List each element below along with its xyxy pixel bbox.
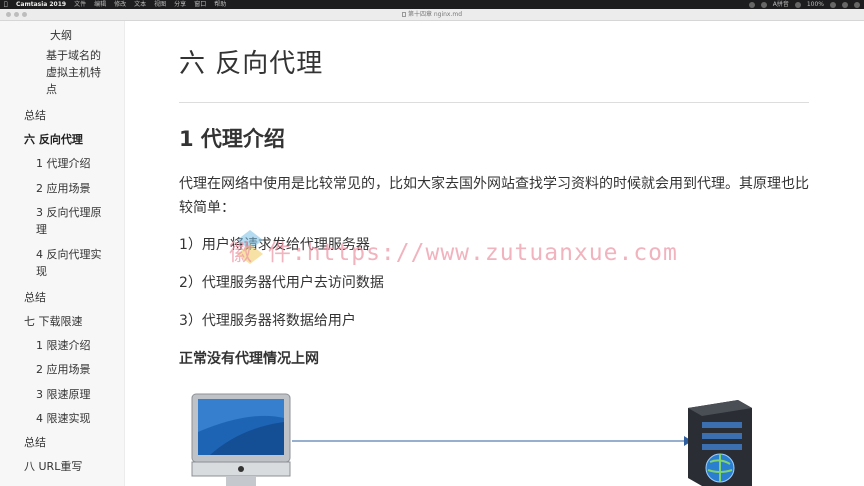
server-icon: [688, 400, 752, 486]
window-title: 第十四章 nginx.md: [0, 9, 864, 21]
record-icon[interactable]: [748, 1, 755, 8]
heading-divider: [179, 102, 809, 103]
heading-level-1: 六 反向代理: [179, 49, 324, 79]
document-icon: [401, 11, 406, 17]
outline-item[interactable]: 总结: [24, 434, 46, 451]
window-titlebar: 第十四章 nginx.md: [0, 9, 864, 21]
outline-item[interactable]: 大纲: [50, 27, 72, 44]
outline-item[interactable]: 七 下载限速: [24, 313, 83, 330]
outline-item[interactable]: 2 应用场景: [36, 361, 91, 378]
list-item: 3）代理服务器将数据给用户: [179, 313, 356, 329]
computer-icon: [191, 393, 291, 486]
outline-item[interactable]: 总结: [24, 107, 46, 124]
outline-item[interactable]: 1 限速介绍: [36, 337, 91, 354]
outline-item[interactable]: 基于域名的虚拟主机特点: [46, 47, 110, 98]
outline-item[interactable]: 八 URL重写: [24, 458, 82, 475]
network-diagram: [191, 393, 752, 486]
outline-item[interactable]: 1 代理介绍: [36, 155, 91, 172]
wifi-icon[interactable]: [794, 1, 801, 8]
outline-item[interactable]: 4 反向代理实现: [36, 246, 110, 280]
screen-icon[interactable]: [760, 1, 767, 8]
search-icon[interactable]: [830, 1, 836, 8]
outline-item[interactable]: 总结: [24, 289, 46, 306]
paragraph: 代理在网络中使用是比较常见的，比如大家去国外网站查找学习资料的时候就会用到代理。…: [179, 176, 809, 216]
outline-item[interactable]: 4 限速实现: [36, 410, 91, 427]
heading-level-2: 1 代理介绍: [179, 127, 285, 151]
apple-icon[interactable]: : [4, 1, 10, 8]
outline-item[interactable]: 3 限速原理: [36, 386, 91, 403]
outline-sidebar: 大纲 基于域名的虚拟主机特点 总结 六 反向代理 1 代理介绍 2 应用场景 3…: [0, 21, 125, 486]
heading-level-4: 正常没有代理情况上网: [179, 351, 319, 367]
outline-item[interactable]: 2 应用场景: [36, 180, 91, 197]
watermark-text: 徽 件:https://www.zutuanxue.com: [229, 240, 678, 266]
outline-item-active[interactable]: 六 反向代理: [24, 131, 83, 148]
list-item: 2）代理服务器代用户去访问数据: [179, 275, 384, 291]
notification-icon[interactable]: [854, 1, 860, 8]
outline-item[interactable]: 3 反向代理原理: [36, 204, 110, 238]
user-icon[interactable]: [842, 1, 848, 8]
